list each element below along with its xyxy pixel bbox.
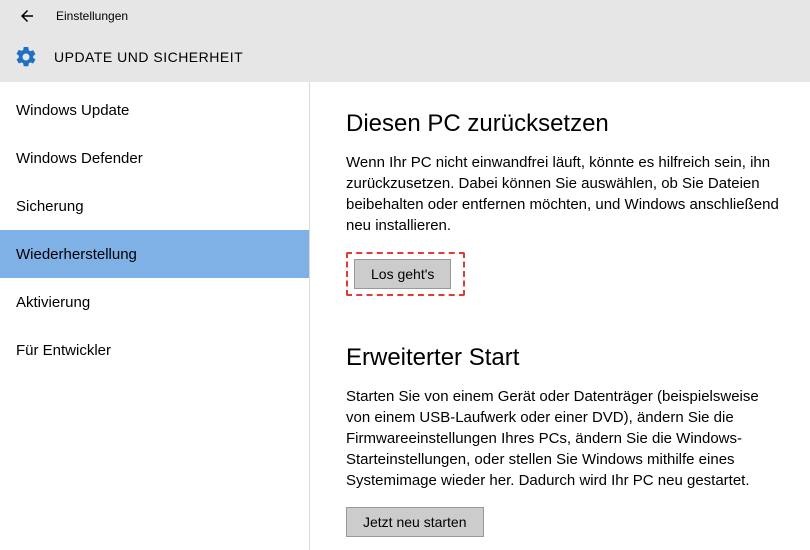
highlight-annotation: Los geht's bbox=[346, 252, 465, 296]
sidebar-item-developers[interactable]: Für Entwickler bbox=[0, 326, 309, 374]
titlebar: Einstellungen bbox=[0, 0, 810, 32]
content: Diesen PC zurücksetzen Wenn Ihr PC nicht… bbox=[310, 82, 810, 550]
reset-title: Diesen PC zurücksetzen bbox=[346, 110, 790, 138]
window-title: Einstellungen bbox=[56, 9, 128, 23]
reset-description: Wenn Ihr PC nicht einwandfrei läuft, kön… bbox=[346, 152, 786, 236]
sidebar-item-label: Sicherung bbox=[16, 198, 84, 215]
header: UPDATE UND SICHERHEIT bbox=[0, 32, 810, 82]
sidebar-item-label: Wiederherstellung bbox=[16, 246, 137, 263]
sidebar: Windows Update Windows Defender Sicherun… bbox=[0, 82, 310, 550]
restart-now-button[interactable]: Jetzt neu starten bbox=[346, 507, 484, 537]
sidebar-item-windows-update[interactable]: Windows Update bbox=[0, 86, 309, 134]
sidebar-item-windows-defender[interactable]: Windows Defender bbox=[0, 134, 309, 182]
section-advanced-start: Erweiterter Start Starten Sie von einem … bbox=[346, 344, 790, 537]
section-reset: Diesen PC zurücksetzen Wenn Ihr PC nicht… bbox=[346, 110, 790, 296]
back-button[interactable] bbox=[12, 1, 42, 31]
sidebar-item-label: Windows Update bbox=[16, 102, 129, 119]
advanced-title: Erweiterter Start bbox=[346, 344, 790, 372]
sidebar-item-activation[interactable]: Aktivierung bbox=[0, 278, 309, 326]
sidebar-item-label: Windows Defender bbox=[16, 150, 143, 167]
sidebar-item-label: Aktivierung bbox=[16, 294, 90, 311]
sidebar-item-backup[interactable]: Sicherung bbox=[0, 182, 309, 230]
gear-icon bbox=[14, 45, 38, 69]
advanced-description: Starten Sie von einem Gerät oder Datentr… bbox=[346, 386, 786, 491]
sidebar-item-recovery[interactable]: Wiederherstellung bbox=[0, 230, 309, 278]
reset-start-button[interactable]: Los geht's bbox=[354, 259, 451, 289]
back-arrow-icon bbox=[18, 7, 36, 25]
header-title: UPDATE UND SICHERHEIT bbox=[54, 49, 243, 65]
sidebar-item-label: Für Entwickler bbox=[16, 342, 111, 359]
